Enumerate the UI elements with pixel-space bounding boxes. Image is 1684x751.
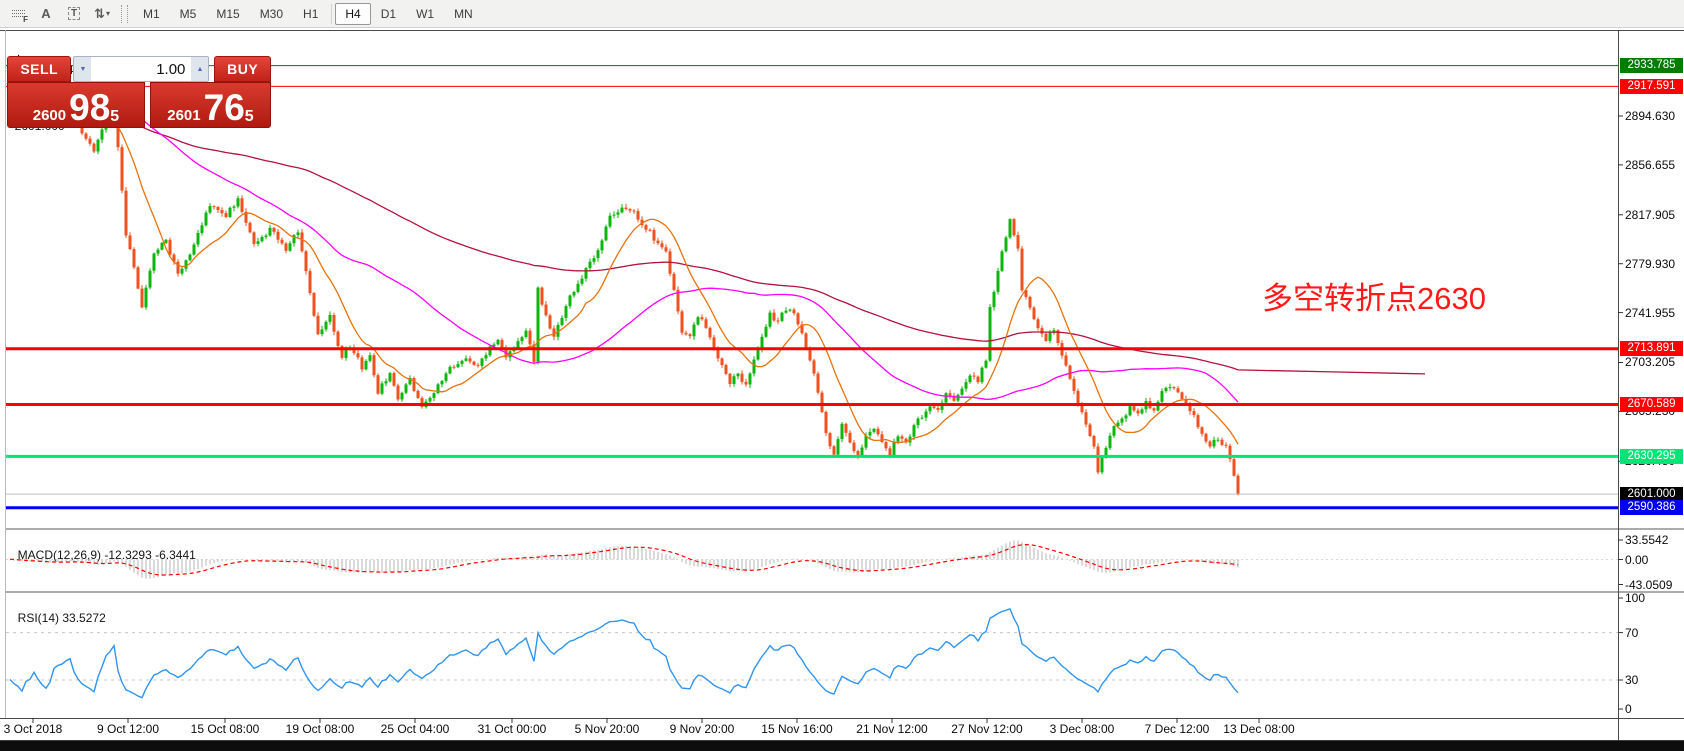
one-click-trading-panel: SELL ▼ ▲ BUY 2600 98 5 2601 76 5 bbox=[7, 56, 271, 128]
macd-indicator-label: MACD(12,26,9) -12.3293 -6.3441 bbox=[11, 534, 196, 562]
buy-button[interactable]: BUY bbox=[214, 56, 271, 82]
rsi-indicator-label: RSI(14) 33.5272 bbox=[11, 597, 106, 625]
volume-increase-button[interactable]: ▲ bbox=[191, 57, 208, 81]
volume-input[interactable] bbox=[91, 57, 191, 81]
sell-button[interactable]: SELL bbox=[7, 56, 71, 82]
volume-decrease-button[interactable]: ▼ bbox=[74, 57, 91, 81]
buy-pipette: 5 bbox=[245, 110, 254, 124]
buy-big-figure: 2601 bbox=[167, 107, 200, 124]
buy-pips: 76 bbox=[204, 91, 245, 124]
buy-price-display[interactable]: 2601 76 5 bbox=[150, 82, 271, 128]
volume-spinner: ▼ ▲ bbox=[73, 56, 209, 82]
sell-pips: 98 bbox=[69, 91, 110, 124]
sell-pipette: 5 bbox=[110, 110, 119, 124]
sell-price-display[interactable]: 2600 98 5 bbox=[7, 82, 145, 128]
sell-big-figure: 2600 bbox=[33, 107, 66, 124]
chart-annotation-text: 多空转折点2630 bbox=[1262, 273, 1486, 318]
